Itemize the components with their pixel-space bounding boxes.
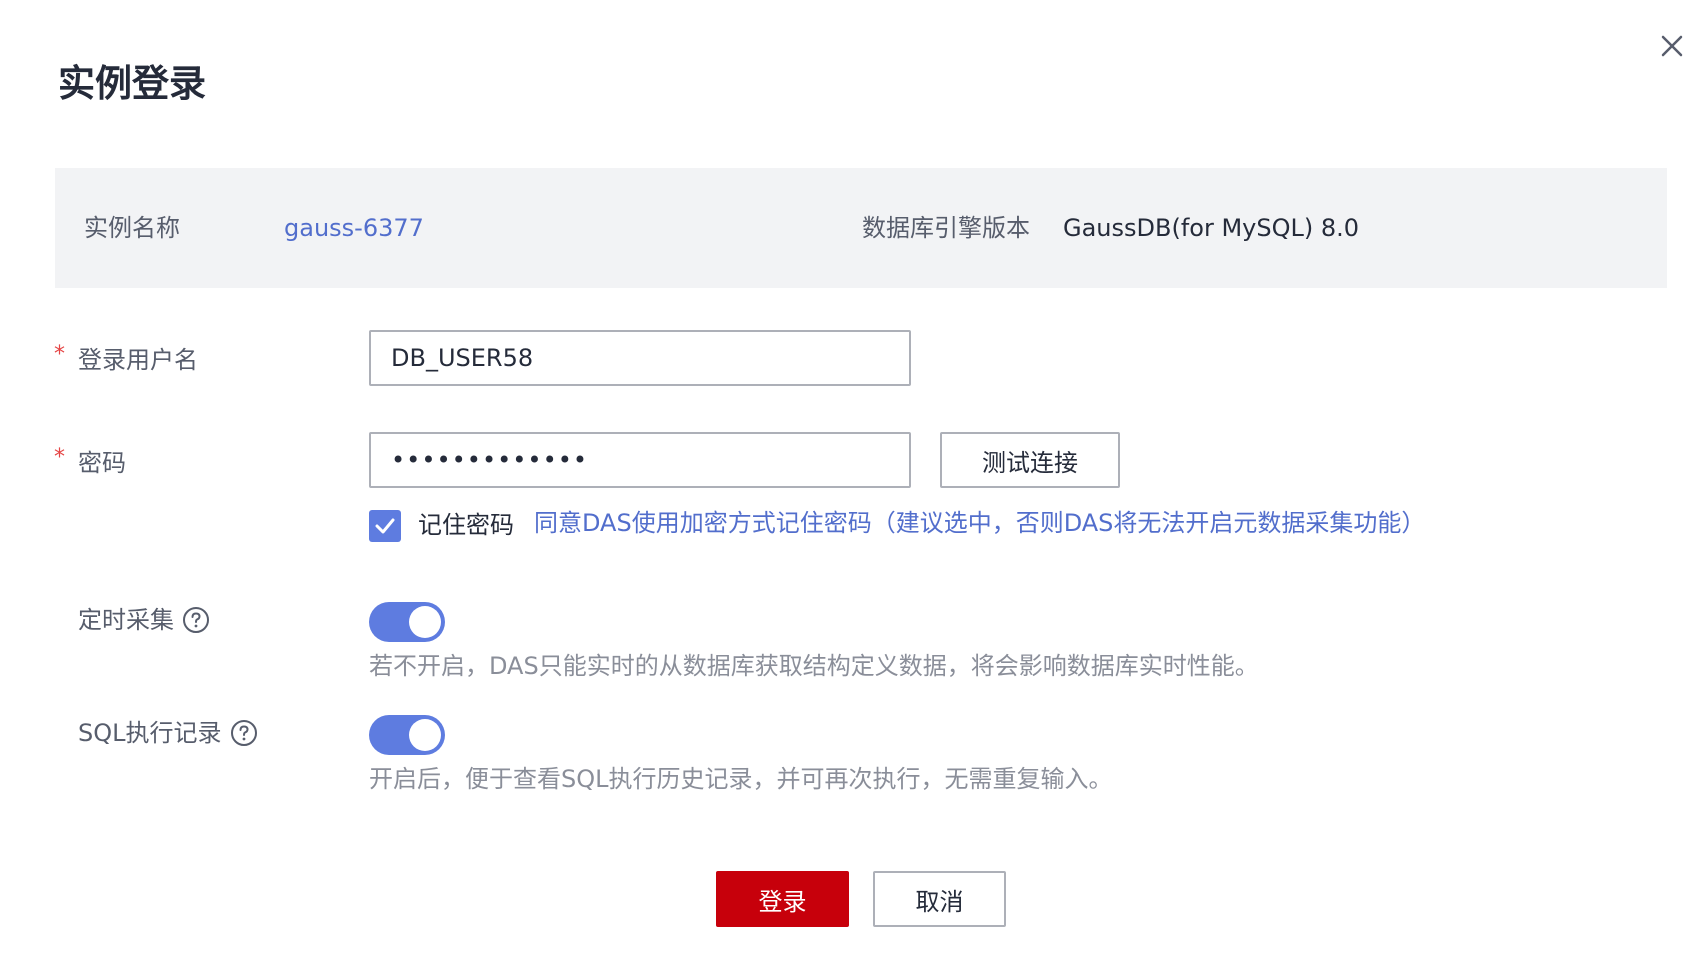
close-icon[interactable]	[1658, 32, 1686, 60]
sql-record-label: SQL执行记录	[78, 717, 258, 749]
scheduled-collection-toggle[interactable]	[369, 602, 445, 642]
test-connection-button[interactable]: 测试连接	[940, 432, 1120, 488]
login-button[interactable]: 登录	[716, 871, 849, 927]
engine-version-label: 数据库引擎版本	[862, 214, 1030, 242]
scheduled-collection-label: 定时采集	[78, 604, 210, 636]
remember-password-checkbox[interactable]	[369, 510, 401, 542]
password-required-mark: *	[54, 445, 65, 470]
sql-record-label-text: SQL执行记录	[78, 719, 222, 747]
remember-password-label[interactable]: 记住密码	[418, 509, 514, 541]
username-input[interactable]	[369, 330, 911, 386]
toggle-knob	[409, 719, 441, 751]
username-required-mark: *	[54, 342, 65, 367]
sql-record-toggle[interactable]	[369, 715, 445, 755]
scheduled-collection-hint: 若不开启，DAS只能实时的从数据库获取结构定义数据，将会影响数据库实时性能。	[369, 652, 1259, 680]
instance-info-panel: 实例名称 gauss-6377 数据库引擎版本 GaussDB(for MySQ…	[55, 168, 1667, 288]
scheduled-collection-label-text: 定时采集	[78, 606, 174, 634]
password-input[interactable]	[369, 432, 911, 488]
instance-name-link[interactable]: gauss-6377	[284, 212, 424, 244]
cancel-button[interactable]: 取消	[873, 871, 1006, 927]
question-circle-icon[interactable]	[230, 719, 258, 747]
username-label-text: 登录用户名	[78, 346, 198, 374]
instance-name-label: 实例名称	[84, 214, 180, 242]
remember-password-hint: 同意DAS使用加密方式记住密码（建议选中，否则DAS将无法开启元数据采集功能）	[534, 509, 1426, 537]
question-circle-icon[interactable]	[182, 606, 210, 634]
engine-version-value: GaussDB(for MySQL) 8.0	[1063, 214, 1360, 242]
instance-login-dialog: 实例登录 实例名称 gauss-6377 数据库引擎版本 GaussDB(for…	[0, 0, 1708, 976]
check-icon	[375, 518, 395, 534]
sql-record-hint: 开启后，便于查看SQL执行历史记录，并可再次执行，无需重复输入。	[369, 765, 1113, 793]
username-label: 登录用户名	[78, 344, 198, 376]
password-label-text: 密码	[78, 449, 126, 477]
password-label: 密码	[78, 447, 126, 479]
toggle-knob	[409, 606, 441, 638]
dialog-title: 实例登录	[58, 62, 206, 105]
